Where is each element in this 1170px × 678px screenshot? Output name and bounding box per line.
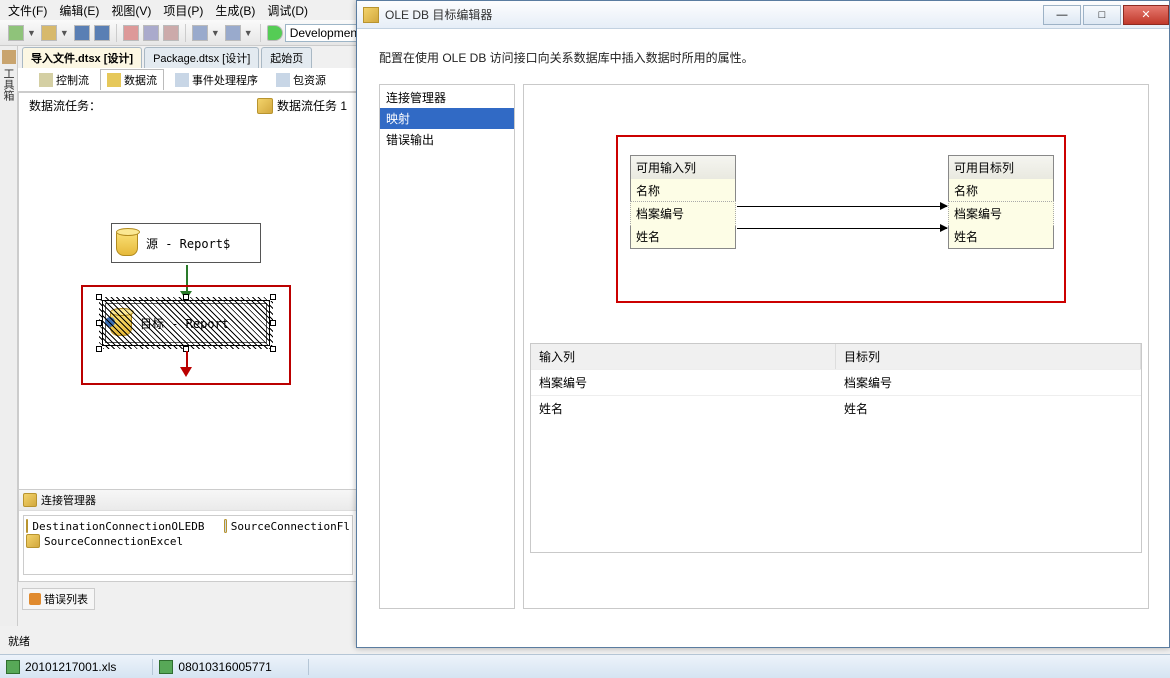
start-debug-icon[interactable] [267, 25, 283, 41]
destination-label: 目标 - Report [140, 315, 229, 332]
close-button[interactable]: ✕ [1123, 5, 1169, 25]
menu-debug[interactable]: 调试(D) [267, 2, 308, 19]
dest-cols-header: 可用目标列 [949, 156, 1053, 179]
file-xls-2[interactable]: 08010316005771 [159, 660, 271, 674]
mapping-line-person-name[interactable] [737, 228, 947, 229]
conn-source-flat[interactable]: SourceConnectionFl [231, 520, 350, 533]
task-label: 数据流任务： [29, 97, 101, 114]
maximize-button[interactable]: □ [1083, 5, 1121, 25]
menu-file[interactable]: 文件(F) [8, 2, 47, 19]
dest-col-archive-no[interactable]: 档案编号 [948, 201, 1054, 226]
toolbox-panel[interactable]: 工具箱 [0, 46, 18, 626]
conn-icon [224, 519, 226, 533]
input-cols-header: 可用输入列 [631, 156, 735, 179]
grid-header-input[interactable]: 输入列 [531, 344, 836, 369]
nav-error-output[interactable]: 错误输出 [380, 129, 514, 150]
dialog-main-panel: 可用输入列 名称 档案编号 姓名 可用目标列 名称 档案编号 姓名 [523, 84, 1149, 609]
tab-package-dtsx[interactable]: Package.dtsx [设计] [144, 47, 259, 68]
source-component[interactable]: 源 - Report$ [111, 223, 261, 263]
dest-col-name[interactable]: 名称 [949, 179, 1053, 202]
dialog-title: OLE DB 目标编辑器 [385, 6, 492, 23]
destination-icon [110, 310, 132, 336]
error-arrowhead [180, 367, 192, 377]
source-label: 源 - Report$ [146, 235, 230, 252]
conn-mgr-title: 连接管理器 [41, 492, 96, 508]
status-bar: 就绪 [0, 632, 360, 650]
input-col-person-name[interactable]: 姓名 [631, 225, 735, 248]
grid-cell[interactable]: 姓名 [531, 395, 836, 421]
dialog-nav: 连接管理器 映射 错误输出 [379, 84, 515, 609]
taskbar-files: 20101217001.xls 08010316005771 [0, 654, 1170, 678]
destination-component[interactable]: 目标 - Report [105, 303, 267, 343]
undo-dropdown[interactable]: ▼ [211, 28, 220, 38]
package-explorer-icon [276, 73, 290, 87]
redo-icon[interactable] [225, 25, 241, 41]
save-icon[interactable] [74, 25, 90, 41]
redo-dropdown[interactable]: ▼ [244, 28, 253, 38]
grid-cell[interactable]: 姓名 [836, 395, 1141, 421]
source-icon [116, 230, 138, 256]
grid-row-1[interactable]: 档案编号 档案编号 [531, 369, 1141, 395]
event-handler-icon [175, 73, 189, 87]
nav-mappings[interactable]: 映射 [380, 108, 514, 129]
dialog-description: 配置在使用 OLE DB 访问接口向关系数据库中插入数据时所用的属性。 [379, 49, 1149, 66]
subtab-event-handlers[interactable]: 事件处理程序 [168, 69, 265, 90]
subtab-package-explorer[interactable]: 包资源 [269, 69, 333, 90]
tab-import-dtsx[interactable]: 导入文件.dtsx [设计] [22, 47, 142, 68]
menu-edit[interactable]: 编辑(E) [59, 2, 99, 19]
dest-col-person-name[interactable]: 姓名 [949, 225, 1053, 248]
subtab-control-flow[interactable]: 控制流 [32, 69, 96, 90]
grid-row-2[interactable]: 姓名 姓名 [531, 395, 1141, 421]
excel-icon [6, 660, 20, 674]
subtab-data-flow[interactable]: 数据流 [100, 69, 164, 90]
menu-view[interactable]: 视图(V) [111, 2, 151, 19]
available-destination-columns[interactable]: 可用目标列 名称 档案编号 姓名 [948, 155, 1054, 249]
menu-project[interactable]: 项目(P) [163, 2, 203, 19]
file-xls-1[interactable]: 20101217001.xls [6, 660, 116, 674]
mapping-line-archive-no[interactable] [737, 206, 947, 207]
paste-icon[interactable] [163, 25, 179, 41]
nav-connection-manager[interactable]: 连接管理器 [380, 87, 514, 108]
cut-icon[interactable] [123, 25, 139, 41]
new-dropdown[interactable]: ▼ [27, 28, 36, 38]
data-flow-icon [107, 73, 121, 87]
grid-cell[interactable]: 档案编号 [836, 369, 1141, 395]
design-surface[interactable]: 数据流任务： 数据流任务 1 源 - Report$ 目标 - Report 连… [18, 92, 358, 582]
conn-source-excel[interactable]: SourceConnectionExcel [26, 534, 350, 548]
task-icon [257, 98, 273, 114]
mapping-grid[interactable]: 输入列 目标列 档案编号 档案编号 姓名 姓名 [530, 343, 1142, 553]
grid-header-dest[interactable]: 目标列 [836, 344, 1141, 369]
undo-icon[interactable] [192, 25, 208, 41]
control-flow-icon [39, 73, 53, 87]
status-text: 就绪 [8, 636, 30, 648]
new-project-icon[interactable] [8, 25, 24, 41]
input-col-archive-no[interactable]: 档案编号 [630, 201, 736, 226]
excel-icon [159, 660, 173, 674]
input-col-name[interactable]: 名称 [631, 179, 735, 202]
toolbox-icon [2, 50, 16, 64]
conn-mgr-icon [23, 493, 37, 507]
minimize-button[interactable]: — [1043, 5, 1081, 25]
grid-cell[interactable]: 档案编号 [531, 369, 836, 395]
open-dropdown[interactable]: ▼ [60, 28, 69, 38]
open-icon[interactable] [41, 25, 57, 41]
menu-build[interactable]: 生成(B) [215, 2, 255, 19]
toolbox-label: 工具箱 [0, 68, 16, 101]
available-input-columns[interactable]: 可用输入列 名称 档案编号 姓名 [630, 155, 736, 249]
copy-icon[interactable] [143, 25, 159, 41]
connection-managers-panel: 连接管理器 DestinationConnectionOLEDB SourceC… [19, 489, 357, 581]
oledb-destination-editor-dialog: OLE DB 目标编辑器 — □ ✕ 配置在使用 OLE DB 访问接口向关系数… [356, 0, 1170, 648]
task-name[interactable]: 数据流任务 1 [277, 97, 347, 114]
error-list-tab[interactable]: 错误列表 [22, 588, 95, 610]
dialog-icon [363, 7, 379, 23]
tab-start-page[interactable]: 起始页 [261, 47, 312, 68]
error-list-icon [29, 593, 41, 605]
config-dropdown[interactable]: Developmen [285, 24, 365, 42]
conn-icon [26, 534, 40, 548]
conn-dest-oledb[interactable]: DestinationConnectionOLEDB SourceConnect… [26, 519, 350, 533]
dialog-titlebar[interactable]: OLE DB 目标编辑器 — □ ✕ [357, 1, 1169, 29]
conn-icon [26, 519, 28, 533]
save-all-icon[interactable] [94, 25, 110, 41]
